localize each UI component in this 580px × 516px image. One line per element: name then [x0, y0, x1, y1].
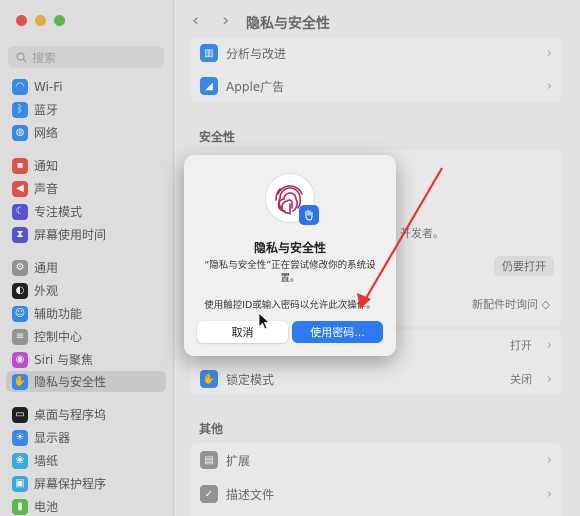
use-password-button[interactable]: 使用密码...	[292, 321, 383, 343]
dialog-instructions: 使用触控ID或输入密码以允许此次操作。	[204, 300, 376, 311]
system-settings-window: 搜索 ◠ Wi-Fi ᛒ 蓝牙 ◍ 网络 ▪ 通知 ◀ 声音 ☾ 专注模式 ⧗ …	[0, 0, 580, 516]
dialog-title: 隐私与安全性	[253, 241, 326, 255]
cancel-button[interactable]: 取消	[197, 321, 288, 343]
hand-icon	[299, 205, 319, 225]
touch-id-graphic	[265, 173, 319, 225]
auth-dialog: 隐私与安全性 “隐私与安全性”正在尝试修改你的系统设置。 使用触控ID或输入密码…	[184, 155, 396, 356]
dialog-message: “隐私与安全性”正在尝试修改你的系统设置。	[204, 260, 376, 284]
